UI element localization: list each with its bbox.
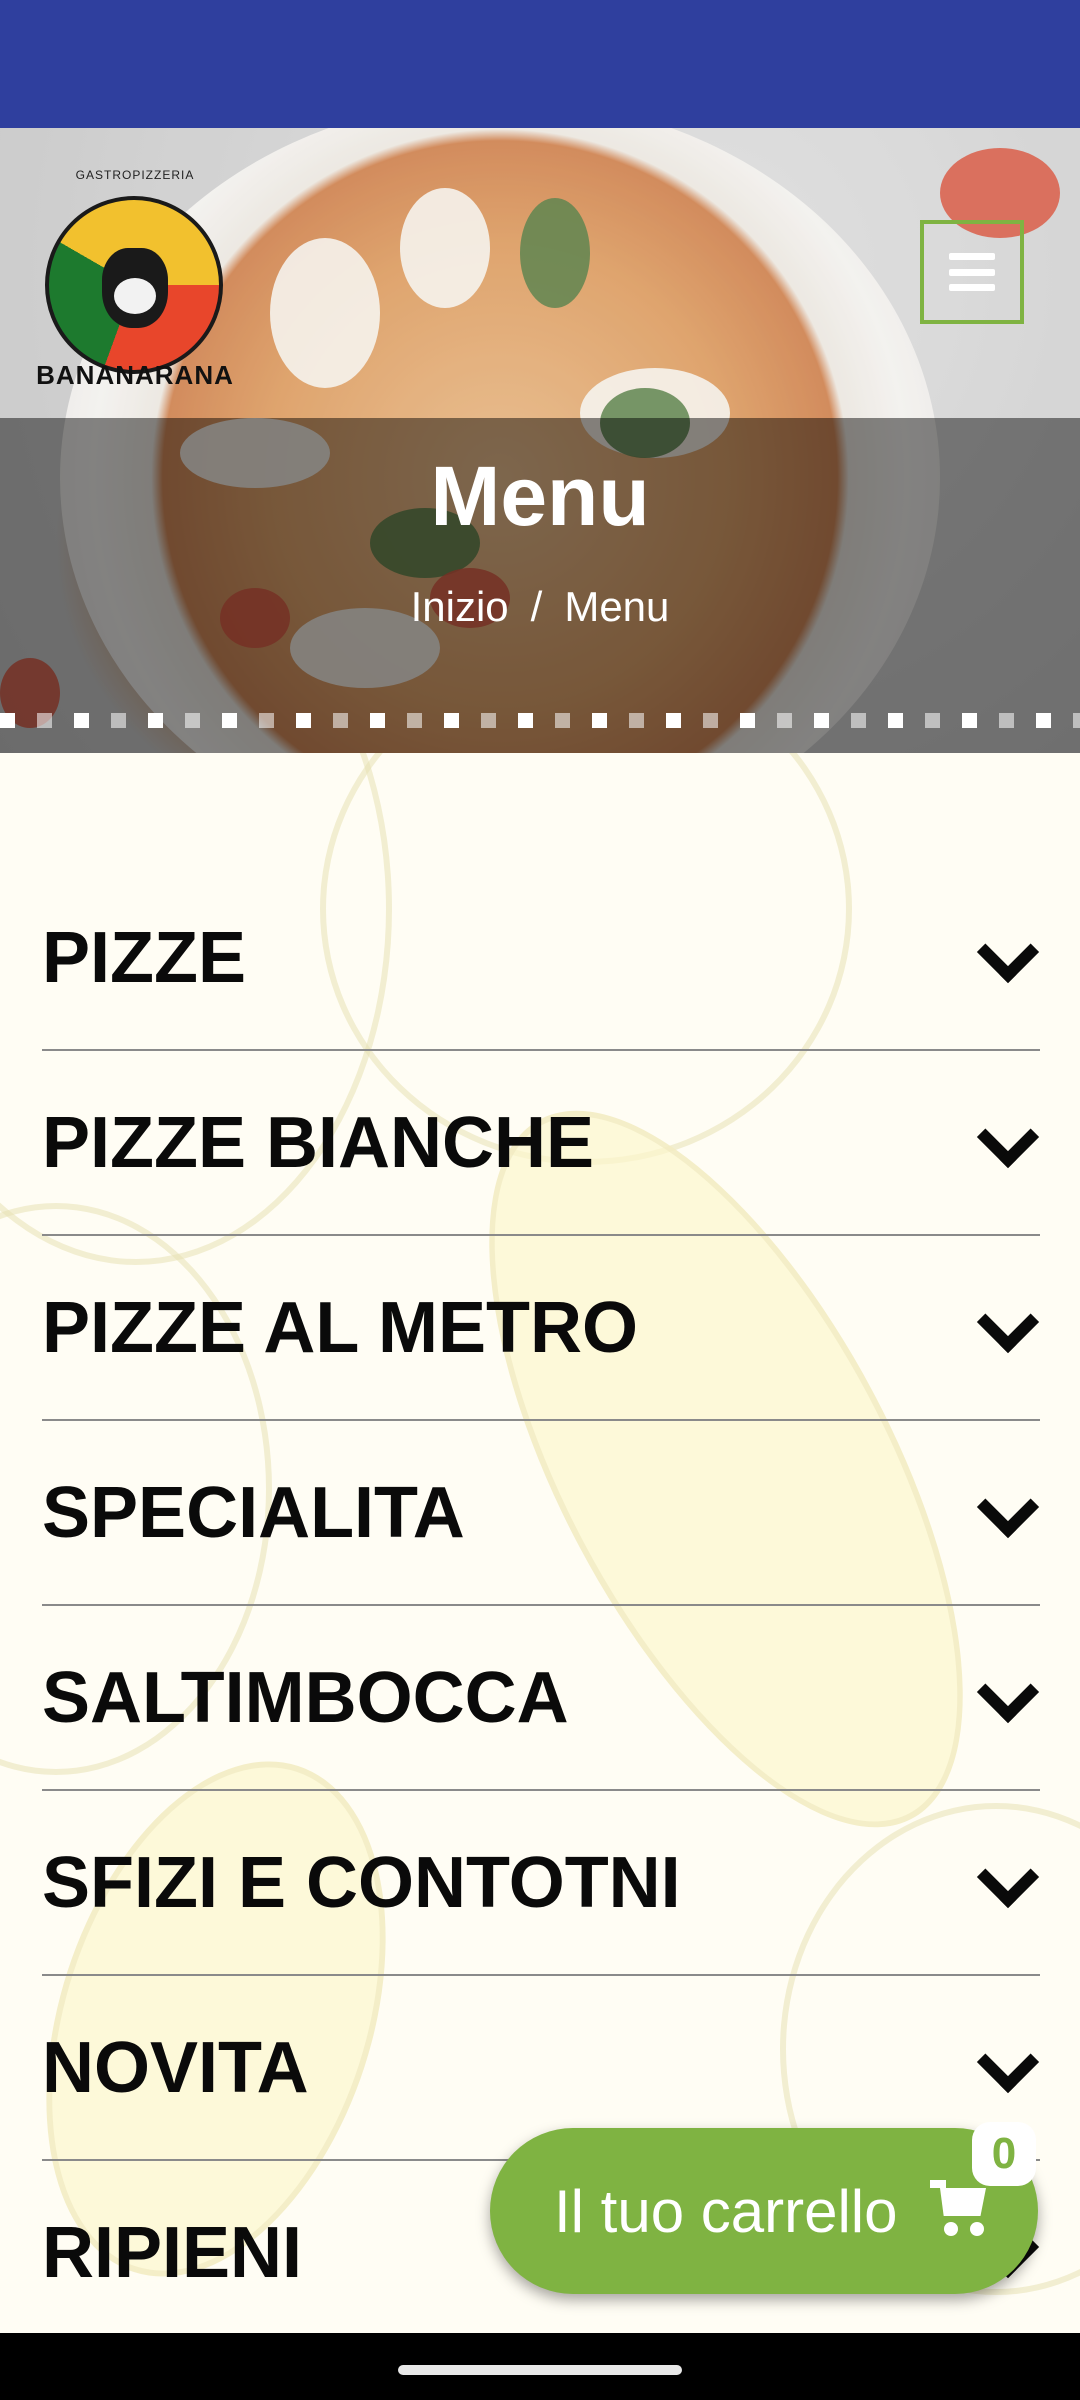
category-label: SPECIALITA bbox=[42, 1472, 465, 1553]
chevron-down-icon bbox=[974, 1121, 1040, 1165]
breadcrumb: Inizio / Menu bbox=[0, 583, 1080, 631]
category-label: RIPIENI bbox=[42, 2212, 303, 2293]
breadcrumb-home-link[interactable]: Inizio bbox=[411, 583, 509, 630]
cart-label: Il tuo carrello bbox=[554, 2177, 898, 2245]
breadcrumb-separator: / bbox=[530, 583, 543, 630]
chevron-down-icon bbox=[974, 1861, 1040, 1905]
brand-logo[interactable]: GASTROPIZZERIA BANANARANA bbox=[36, 168, 233, 390]
hamburger-menu-icon bbox=[949, 253, 995, 291]
category-sfizi-e-contorni[interactable]: SFIZI E CONTOTNI bbox=[42, 1791, 1040, 1976]
category-label: PIZZE bbox=[42, 917, 247, 998]
shopping-cart-icon bbox=[930, 2180, 994, 2240]
page-title: Menu bbox=[430, 449, 650, 543]
hero-banner: GASTROPIZZERIA BANANARANA Menu Inizio / Me… bbox=[0, 128, 1080, 753]
category-label: PIZZE AL METRO bbox=[42, 1287, 639, 1368]
chevron-down-icon bbox=[974, 1676, 1040, 1720]
cart-button[interactable]: Il tuo carrello bbox=[490, 2128, 1038, 2294]
cart-count-badge: 0 bbox=[972, 2122, 1036, 2186]
category-pizze-bianche[interactable]: PIZZE BIANCHE bbox=[42, 1051, 1040, 1236]
chevron-down-icon bbox=[974, 936, 1040, 980]
category-label: SFIZI E CONTOTNI bbox=[42, 1842, 681, 1923]
chevron-down-icon bbox=[974, 2046, 1040, 2090]
category-label: NOVITA bbox=[42, 2027, 309, 2108]
logo-wordmark: BANANARANA bbox=[36, 360, 234, 390]
chevron-down-icon bbox=[974, 1491, 1040, 1535]
chevron-down-icon bbox=[974, 1306, 1040, 1350]
status-bar bbox=[0, 0, 1080, 128]
category-specialita[interactable]: SPECIALITA bbox=[42, 1421, 1040, 1606]
menu-content: PIZZE PIZZE BIANCHE PIZZE AL METRO SPECI… bbox=[0, 753, 1080, 2333]
logo-tagline: GASTROPIZZERIA bbox=[75, 168, 195, 182]
category-saltimbocca[interactable]: SALTIMBOCCA bbox=[42, 1606, 1040, 1791]
breadcrumb-current: Menu bbox=[564, 583, 670, 630]
category-pizze-al-metro[interactable]: PIZZE AL METRO bbox=[42, 1236, 1040, 1421]
decorative-dotted-border bbox=[0, 713, 1080, 731]
category-pizze[interactable]: PIZZE bbox=[42, 866, 1040, 1051]
menu-category-list: PIZZE PIZZE BIANCHE PIZZE AL METRO SPECI… bbox=[42, 866, 1040, 2333]
category-label: SALTIMBOCCA bbox=[42, 1657, 569, 1738]
hamburger-menu-button[interactable] bbox=[920, 220, 1024, 324]
frog-icon bbox=[102, 248, 168, 328]
category-label: PIZZE BIANCHE bbox=[42, 1102, 595, 1183]
home-indicator[interactable] bbox=[398, 2365, 682, 2375]
